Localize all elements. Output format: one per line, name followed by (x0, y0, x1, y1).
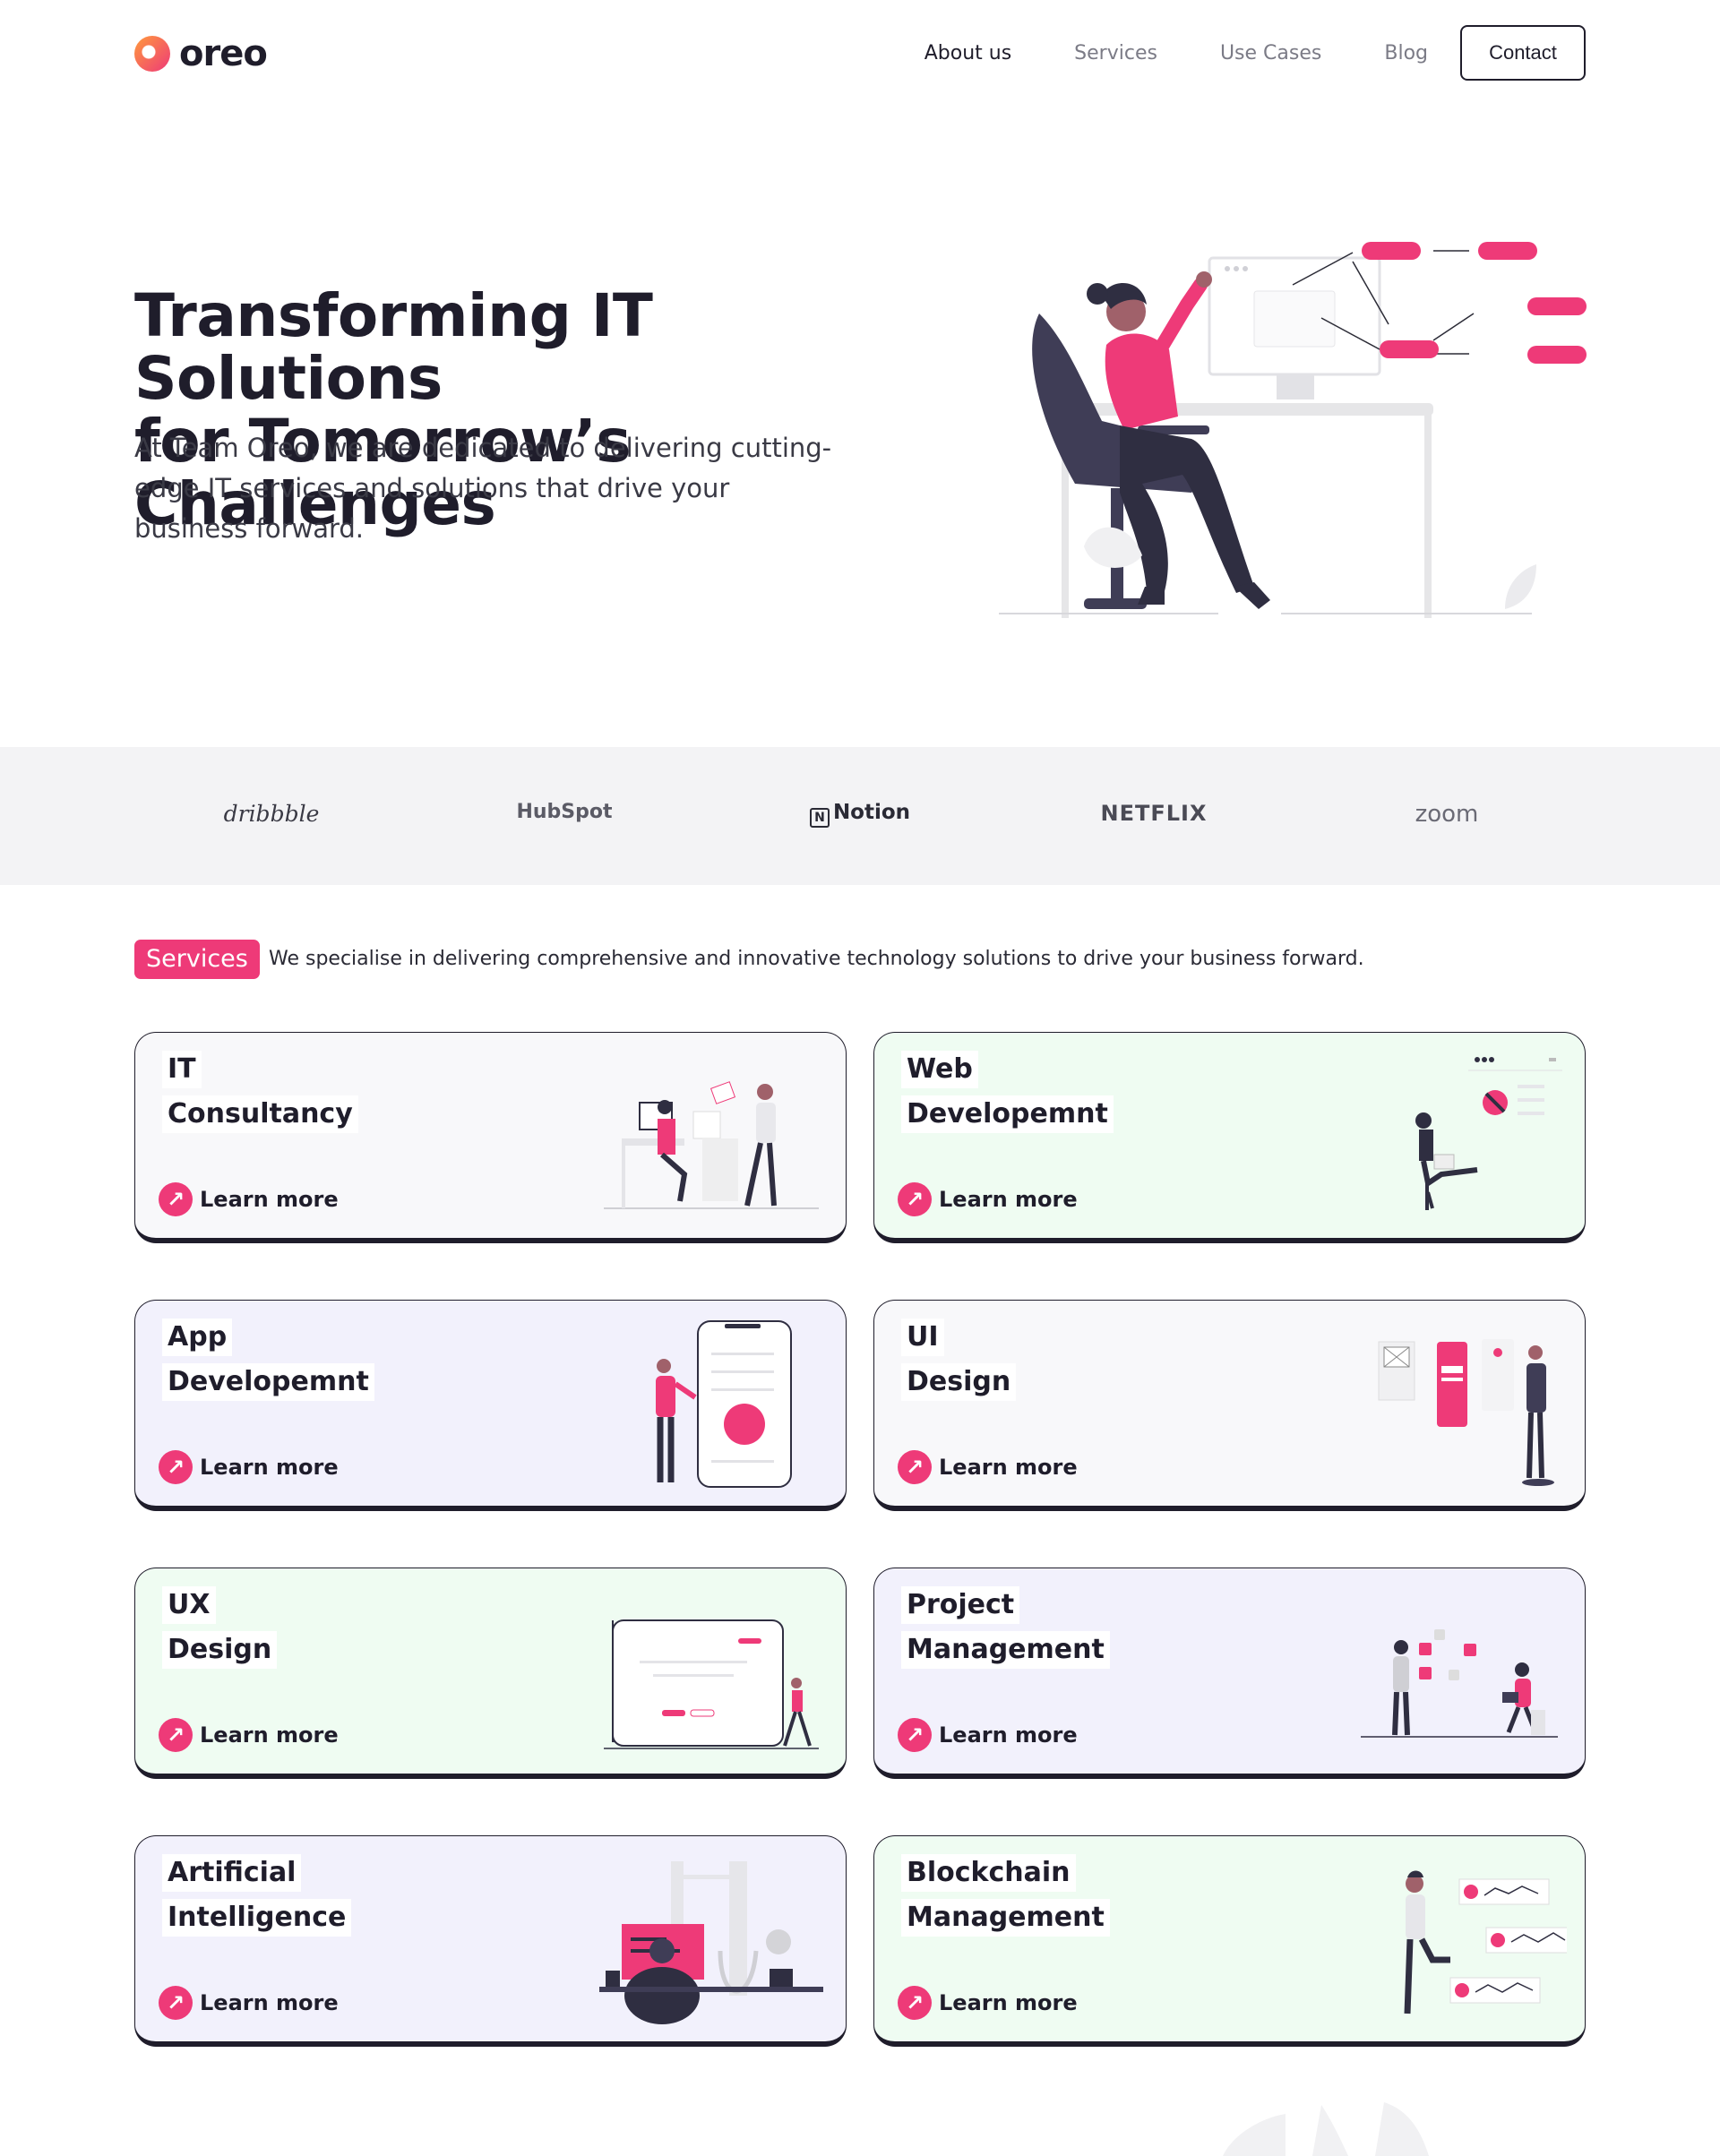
services-intro: We specialise in delivering comprehensiv… (269, 948, 1364, 970)
blockchain-management-illustration (1404, 1870, 1567, 2014)
arrow-up-right-icon: ↗ (159, 1718, 193, 1752)
top-nav: oreo About us Services Use Cases Blog Co… (0, 0, 1720, 107)
service-card-it-consultancy[interactable]: IT Consultancy ↗ Learn more (134, 1032, 847, 1243)
card-title: IT Consultancy (162, 1051, 358, 1140)
learn-more-label: Learn more (200, 1722, 339, 1748)
card-title: Blockchain Management (901, 1854, 1110, 1944)
service-card-project-management[interactable]: Project Management ↗ Learn more (873, 1568, 1586, 1779)
brand-logo-notion-label: Notion (832, 801, 911, 824)
brand-logo-hubspot: HubSpot (516, 801, 613, 823)
nav-link-use-cases[interactable]: Use Cases (1220, 42, 1321, 64)
arrow-up-right-icon: ↗ (159, 1182, 193, 1216)
card-title-line2: Management (901, 1631, 1110, 1669)
card-title: UI Design (901, 1319, 1017, 1408)
hero-subtitle: At Team Oreo, we are dedicated to delive… (134, 433, 832, 544)
learn-more-label: Learn more (939, 1455, 1078, 1480)
card-title-line2: Developemnt (901, 1095, 1114, 1133)
learn-more-label: Learn more (200, 1187, 339, 1212)
card-title-line2: Management (901, 1899, 1110, 1937)
arrow-up-right-icon: ↗ (159, 1450, 193, 1484)
nav-link-services[interactable]: Services (1074, 42, 1157, 64)
logo-mark-icon (134, 36, 170, 72)
card-title-line1: UI (901, 1319, 944, 1356)
logo-text: oreo (179, 33, 268, 74)
service-card-artificial-intelligence[interactable]: Artificial Intelligence ↗ Learn more (134, 1835, 847, 2047)
card-title-line2: Developemnt (162, 1363, 374, 1401)
card-title: App Developemnt (162, 1319, 374, 1408)
card-title-line1: Blockchain (901, 1854, 1076, 1892)
card-title-line2: Design (162, 1631, 278, 1669)
learn-more-label: Learn more (939, 1187, 1078, 1212)
arrow-up-right-icon: ↗ (898, 1718, 932, 1752)
learn-more-link[interactable]: ↗ Learn more (159, 1986, 339, 2020)
card-title: UX Design (162, 1586, 278, 1676)
learn-more-link[interactable]: ↗ Learn more (898, 1450, 1078, 1484)
learn-more-link[interactable]: ↗ Learn more (159, 1182, 339, 1216)
web-development-illustration (1415, 1057, 1562, 1210)
project-management-illustration (1361, 1629, 1558, 1738)
learn-more-label: Learn more (200, 1990, 339, 2015)
service-card-app-development[interactable]: App Developemnt ↗ Learn more (134, 1300, 847, 1511)
learn-more-link[interactable]: ↗ Learn more (898, 1986, 1078, 2020)
learn-more-label: Learn more (939, 1722, 1078, 1748)
ux-design-illustration (604, 1619, 819, 1749)
learn-more-link[interactable]: ↗ Learn more (159, 1718, 339, 1752)
brand-logo-zoom: zoom (1415, 801, 1479, 828)
learn-more-link[interactable]: ↗ Learn more (898, 1718, 1078, 1752)
brand-logo-dribbble: dribbble (223, 801, 320, 827)
services-badge: Services (134, 940, 260, 979)
logo[interactable]: oreo (134, 33, 268, 74)
service-card-web-development[interactable]: Web Developemnt ↗ Learn more (873, 1032, 1586, 1243)
ui-design-illustration (1378, 1339, 1554, 1486)
service-card-ui-design[interactable]: UI Design ↗ Learn more (873, 1300, 1586, 1511)
contact-button[interactable]: Contact (1460, 25, 1586, 81)
arrow-up-right-icon: ↗ (898, 1182, 932, 1216)
arrow-up-right-icon: ↗ (898, 1986, 932, 2020)
card-title-line2: Consultancy (162, 1095, 358, 1133)
card-title-line2: Design (901, 1363, 1017, 1401)
card-title: Web Developemnt (901, 1051, 1114, 1140)
artificial-intelligence-illustration (599, 1861, 823, 2024)
learn-more-label: Learn more (939, 1990, 1078, 2015)
arrow-up-right-icon: ↗ (159, 1986, 193, 2020)
arrow-up-right-icon: ↗ (898, 1450, 932, 1484)
hero-title-line1: Transforming IT Solutions (134, 281, 653, 413)
footer-decor-illustration (1223, 2102, 1429, 2156)
notion-icon: N (809, 808, 830, 828)
card-title-line2: Intelligence (162, 1899, 352, 1937)
nav-links: About us Services Use Cases Blog Contact (924, 25, 1586, 81)
card-title-line1: App (162, 1319, 233, 1356)
service-card-ux-design[interactable]: UX Design ↗ Learn more (134, 1568, 847, 1779)
card-title-line1: UX (162, 1586, 216, 1624)
learn-more-link[interactable]: ↗ Learn more (898, 1182, 1078, 1216)
brand-logo-notion: N Notion (779, 801, 941, 828)
learn-more-label: Learn more (200, 1455, 339, 1480)
card-title: Project Management (901, 1586, 1110, 1676)
learn-more-link[interactable]: ↗ Learn more (159, 1450, 339, 1484)
it-consultancy-illustration (604, 1081, 819, 1209)
service-card-blockchain-management[interactable]: Blockchain Management ↗ Learn more (873, 1835, 1586, 2047)
card-title-line1: Artificial (162, 1854, 302, 1892)
hero-illustration (999, 242, 1587, 618)
brand-strip: dribbble HubSpot N Notion NETFLIX zoom (0, 747, 1720, 885)
nav-link-blog[interactable]: Blog (1384, 42, 1428, 64)
brand-logo-netflix: NETFLIX (1100, 801, 1208, 826)
card-title-line1: IT (162, 1051, 202, 1088)
card-title-line1: Project (901, 1586, 1020, 1624)
nav-link-about[interactable]: About us (924, 42, 1011, 64)
card-title-line1: Web (901, 1051, 978, 1088)
app-development-illustration (656, 1320, 792, 1488)
card-title: Artificial Intelligence (162, 1854, 352, 1944)
